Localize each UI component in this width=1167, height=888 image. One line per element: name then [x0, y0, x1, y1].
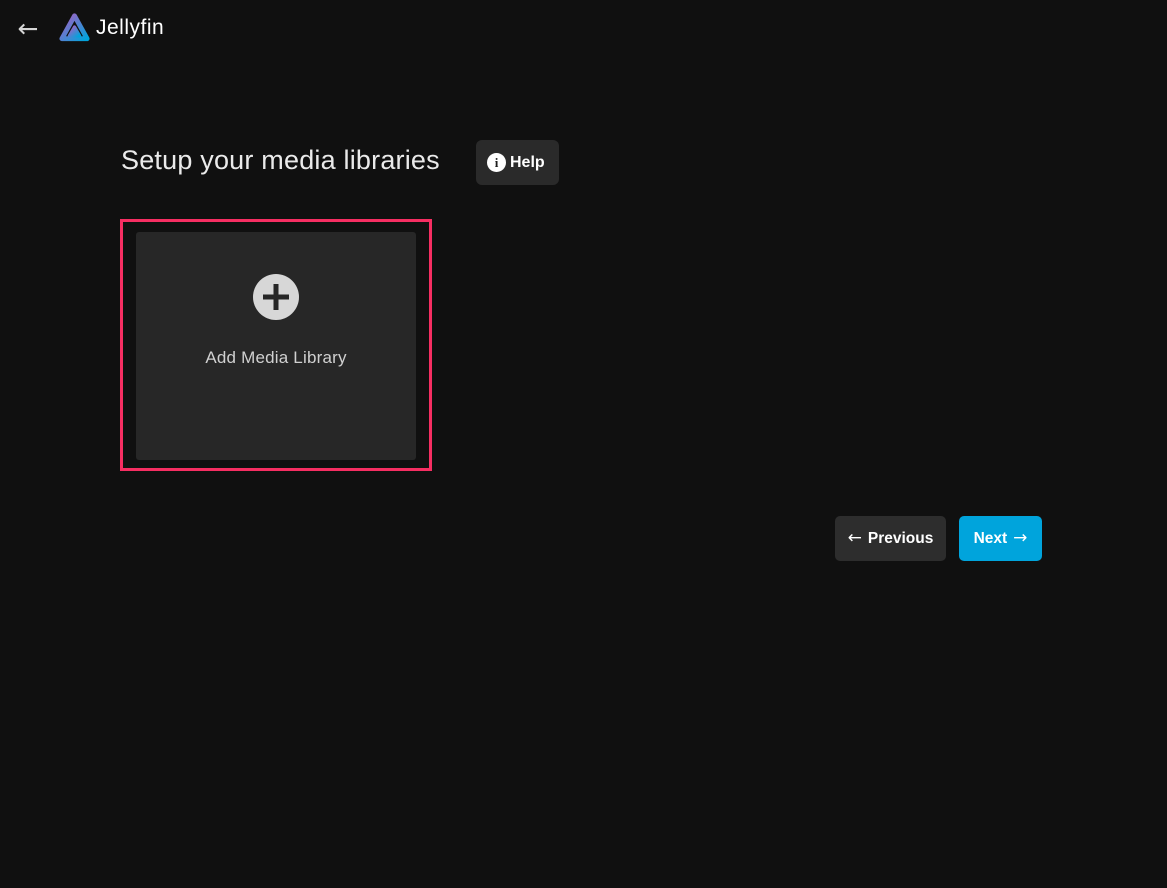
help-button[interactable]: i Help	[476, 140, 559, 185]
arrow-back-icon: ←	[18, 14, 39, 43]
plus-icon	[253, 274, 299, 320]
app-name: Jellyfin	[96, 16, 164, 40]
add-media-library-card[interactable]: Add Media Library	[136, 232, 416, 460]
jellyfin-logo-icon	[57, 11, 92, 46]
next-button-label: Next	[974, 530, 1008, 548]
help-button-label: Help	[510, 154, 545, 172]
back-button[interactable]: ←	[12, 13, 44, 45]
info-icon: i	[487, 153, 506, 172]
arrow-left-icon: ←	[848, 530, 862, 547]
arrow-right-icon: →	[1013, 530, 1027, 547]
previous-button[interactable]: ← Previous	[835, 516, 946, 561]
next-button[interactable]: Next →	[959, 516, 1042, 561]
setup-wizard-page: ← Jellyfin Setup your media libraries i …	[0, 0, 1167, 888]
app-header: ← Jellyfin	[0, 0, 1167, 58]
previous-button-label: Previous	[868, 530, 933, 548]
page-title: Setup your media libraries	[121, 145, 440, 176]
add-media-library-label: Add Media Library	[136, 348, 416, 368]
